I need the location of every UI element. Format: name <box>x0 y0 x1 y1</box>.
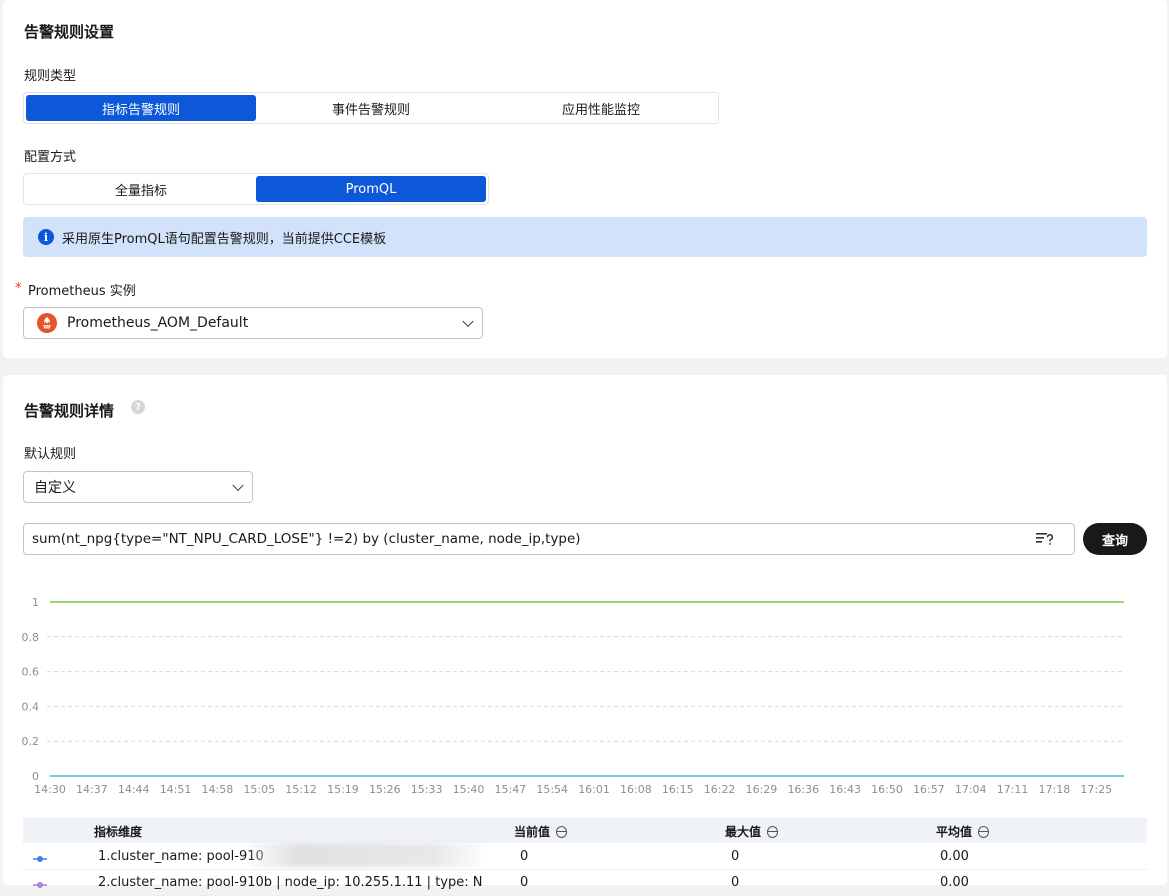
info-icon: i <box>38 229 54 245</box>
y-tick-label: 0.4 <box>22 700 40 713</box>
x-tick-label: 15:40 <box>453 783 485 796</box>
row-dimension: 1.cluster_name: pool-910 <box>98 849 264 864</box>
info-banner: i 采用原生PromQL语句配置告警规则，当前提供CCE模板 <box>23 217 1147 257</box>
alert-rule-details-card: 告警规则详情 ? 默认规则 自定义 sum(nt_npg{type="NT_NP… <box>3 375 1167 896</box>
x-tick-label: 14:44 <box>118 783 150 796</box>
sort-icon[interactable] <box>978 825 990 838</box>
config-mode-full[interactable]: 全量指标 <box>26 176 256 202</box>
promql-query-input[interactable]: sum(nt_npg{type="NT_NPU_CARD_LOSE"} !=2)… <box>23 523 1075 555</box>
query-button[interactable]: 查询 <box>1083 523 1147 555</box>
sort-icon[interactable] <box>556 825 568 838</box>
prometheus-icon <box>37 313 57 333</box>
x-tick-label: 15:26 <box>369 783 401 796</box>
x-tick-label: 16:29 <box>746 783 778 796</box>
row-max: 0 <box>731 875 740 890</box>
y-tick-label: 0.2 <box>22 735 40 748</box>
x-tick-label: 16:43 <box>829 783 861 796</box>
metric-chart: 0 0.2 0.4 0.6 0.8 1 14:30 14:37 14:44 14:51 14:58 1… <box>22 596 1124 796</box>
default-rule-select[interactable]: 自定义 <box>23 471 253 503</box>
alert-rule-settings-card: 告警规则设置 规则类型 指标告警规则 事件告警规则 应用性能监控 配置方式 全量… <box>3 0 1167 358</box>
x-tick-label: 16:01 <box>578 783 610 796</box>
x-tick-label: 17:18 <box>1039 783 1071 796</box>
y-tick-label: 0.6 <box>22 666 40 679</box>
config-mode-label: 配置方式 <box>24 150 77 165</box>
rule-type-label: 规则类型 <box>24 69 77 84</box>
query-text: sum(nt_npg{type="NT_NPU_CARD_LOSE"} !=2)… <box>32 531 581 547</box>
x-tick-label: 15:47 <box>494 783 526 796</box>
x-tick-label: 17:25 <box>1080 783 1112 796</box>
sort-icon[interactable] <box>767 825 779 838</box>
x-tick-label: 14:58 <box>202 783 234 796</box>
x-tick-label: 15:19 <box>327 783 359 796</box>
rule-type-segmented: 指标告警规则 事件告警规则 应用性能监控 <box>23 92 719 124</box>
config-mode-promql[interactable]: PromQL <box>256 176 486 202</box>
x-tick-label: 17:04 <box>955 783 987 796</box>
chevron-down-icon <box>232 479 244 492</box>
series-marker-icon[interactable] <box>33 852 47 862</box>
row-avg: 0.00 <box>940 875 969 890</box>
redaction-blur <box>251 843 481 867</box>
x-tick-label: 14:30 <box>34 783 66 796</box>
x-tick-label: 14:37 <box>76 783 108 796</box>
instance-select[interactable]: Prometheus_AOM_Default <box>23 307 483 339</box>
x-tick-label: 16:08 <box>620 783 652 796</box>
config-mode-segmented: 全量指标 PromQL <box>23 173 489 205</box>
table-row[interactable]: 1.cluster_name: pool-910 0 0 0.00 <box>23 843 1147 870</box>
default-rule-value: 自定义 <box>34 480 76 496</box>
col-current[interactable]: 当前值 <box>514 823 568 840</box>
x-tick-label: 15:05 <box>243 783 275 796</box>
col-dimension: 指标维度 <box>94 825 143 839</box>
y-tick-label: 0.8 <box>22 631 40 644</box>
rule-type-apm[interactable]: 应用性能监控 <box>486 95 716 121</box>
series-marker-icon[interactable] <box>33 878 47 888</box>
x-tick-label: 17:11 <box>997 783 1029 796</box>
x-tick-label: 15:54 <box>536 783 568 796</box>
details-title: 告警规则详情 <box>24 402 115 420</box>
y-tick-label: 1 <box>32 596 39 609</box>
info-text: 采用原生PromQL语句配置告警规则，当前提供CCE模板 <box>62 231 387 247</box>
row-current: 0 <box>520 849 529 864</box>
row-current: 0 <box>520 875 529 890</box>
x-tick-label: 16:22 <box>704 783 736 796</box>
x-tick-label: 16:15 <box>662 783 694 796</box>
col-max[interactable]: 最大值 <box>725 823 779 840</box>
rule-type-event[interactable]: 事件告警规则 <box>256 95 486 121</box>
col-avg[interactable]: 平均值 <box>936 823 990 840</box>
x-tick-label: 15:33 <box>411 783 443 796</box>
x-tick-label: 16:50 <box>871 783 903 796</box>
help-icon[interactable]: ? <box>131 400 145 414</box>
instance-label: Prometheus 实例 <box>28 284 136 299</box>
row-dimension: 2.cluster_name: pool-910b | node_ip: 10.… <box>98 875 483 890</box>
table-header: 指标维度 当前值 最大值 平均值 <box>23 818 1147 843</box>
x-tick-label: 16:36 <box>787 783 819 796</box>
rule-type-metric[interactable]: 指标告警规则 <box>26 95 256 121</box>
x-tick-label: 14:51 <box>160 783 192 796</box>
x-tick-label: 16:57 <box>913 783 945 796</box>
required-mark: * <box>15 281 22 296</box>
instance-value: Prometheus_AOM_Default <box>67 315 249 331</box>
chevron-down-icon <box>462 315 474 328</box>
y-tick-label: 0 <box>32 770 39 783</box>
table-row[interactable]: 2.cluster_name: pool-910b | node_ip: 10.… <box>23 869 1147 896</box>
default-rule-label: 默认规则 <box>24 447 77 462</box>
x-tick-label: 15:12 <box>285 783 317 796</box>
row-avg: 0.00 <box>940 849 969 864</box>
query-help-icon[interactable] <box>1036 532 1054 550</box>
row-max: 0 <box>731 849 740 864</box>
settings-title: 告警规则设置 <box>24 23 115 41</box>
